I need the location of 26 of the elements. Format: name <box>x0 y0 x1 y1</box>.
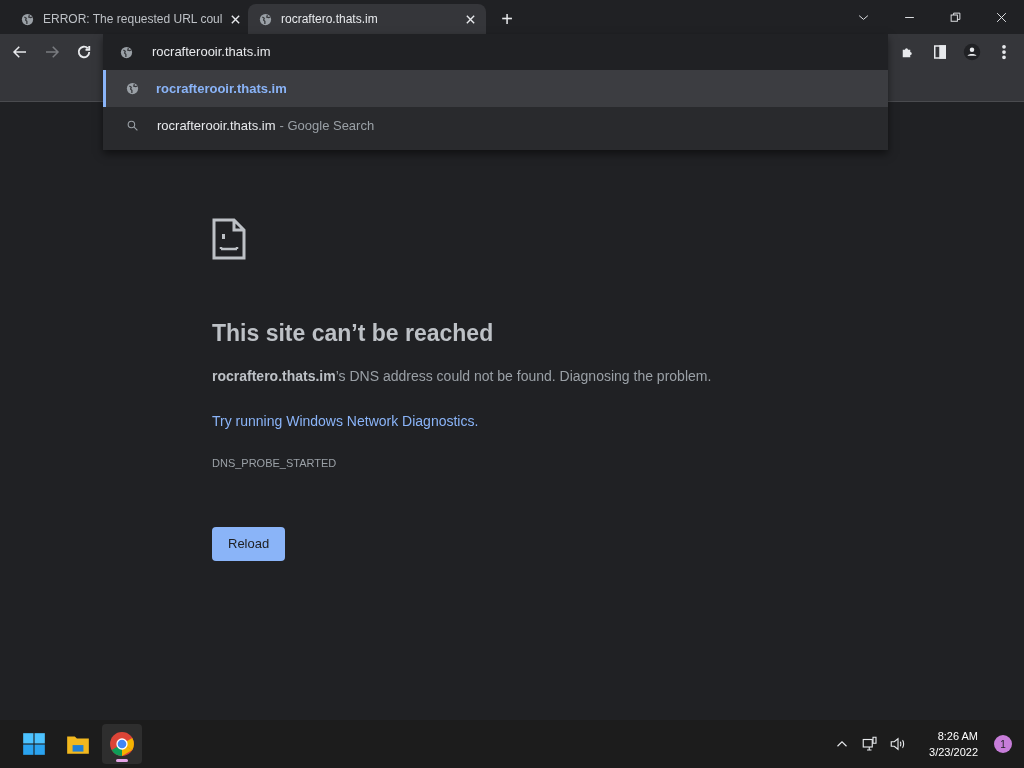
error-message: rocraftero.thats.im’s DNS address could not be found. Diagnosing the problem. <box>212 366 713 386</box>
search-icon <box>126 119 139 132</box>
suggestion-item[interactable]: rocrafterooir.thats.im - Google Search <box>103 107 888 144</box>
close-icon[interactable] <box>230 13 242 25</box>
sad-page-icon <box>212 218 246 260</box>
clock-date: 3/23/2022 <box>929 745 978 760</box>
diagnostics-link[interactable]: Try running Windows Network Diagnostics. <box>212 412 479 429</box>
address-bar[interactable]: rocrafterooir.thats.im <box>103 34 888 70</box>
globe-icon <box>125 81 140 96</box>
globe-icon <box>20 11 35 27</box>
browser-tab[interactable]: rocraftero.thats.im <box>248 4 486 34</box>
clock-time: 8:26 AM <box>936 728 978 744</box>
error-heading: This site can’t be reached <box>212 320 495 348</box>
error-code: DNS_PROBE_STARTED <box>212 455 338 471</box>
browser-tab[interactable]: ERROR: The requested URL coul <box>10 4 248 34</box>
close-icon[interactable] <box>465 13 476 25</box>
taskbar-app-button[interactable] <box>102 724 142 764</box>
globe-icon <box>258 11 273 27</box>
new-tab-button[interactable]: + <box>494 4 520 34</box>
windows-logo-icon <box>21 731 47 757</box>
browser-logo-icon <box>109 731 135 757</box>
notification-badge[interactable]: 1 <box>994 735 1012 753</box>
suggestion-item[interactable]: rocrafterooir.thats.im <box>103 70 888 107</box>
reload-button[interactable]: Reload <box>212 527 286 561</box>
globe-icon <box>119 44 134 60</box>
address-field[interactable]: rocrafterooir.thats.im <box>150 41 888 63</box>
